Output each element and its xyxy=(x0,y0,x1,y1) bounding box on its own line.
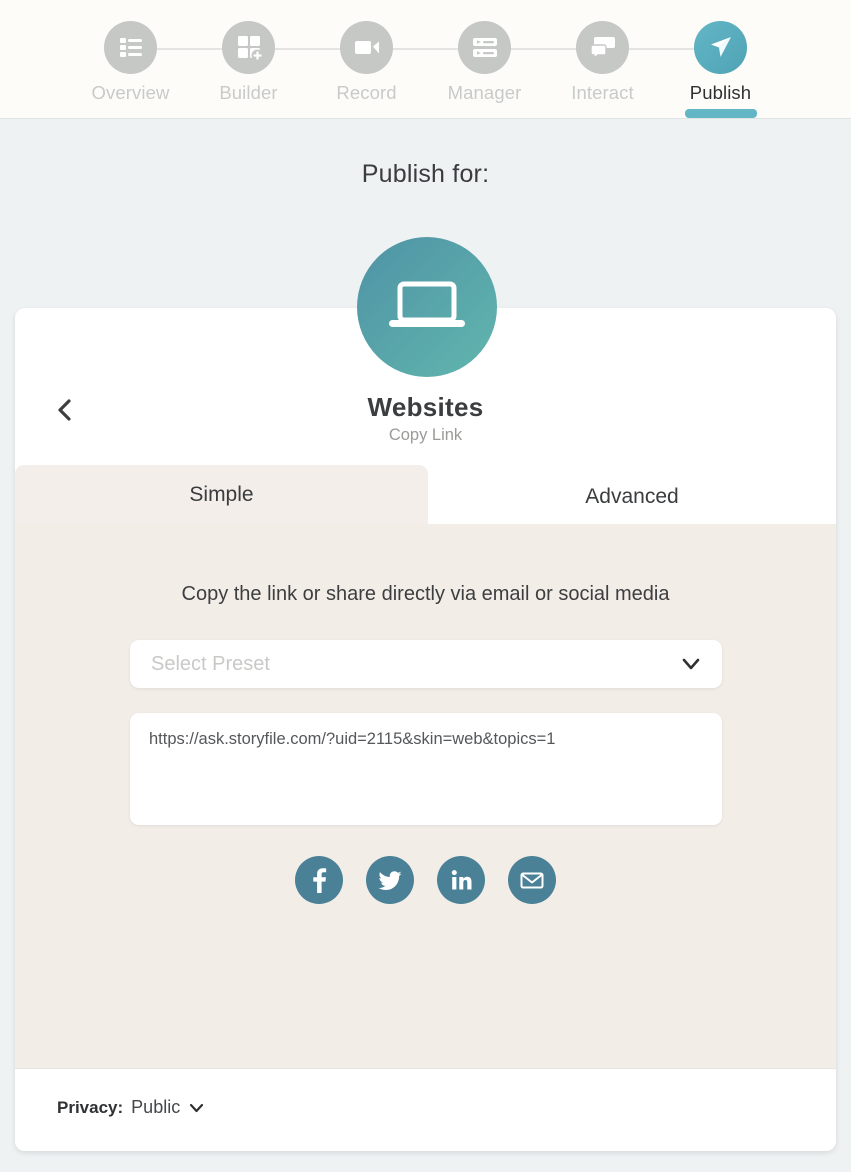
linkedin-share-button[interactable] xyxy=(437,856,485,904)
paper-plane-icon xyxy=(694,21,747,74)
tab-bar: Simple Advanced xyxy=(15,465,836,524)
simple-tab-panel: Copy the link or share directly via emai… xyxy=(15,524,836,1068)
share-hint-text: Copy the link or share directly via emai… xyxy=(181,583,670,605)
facebook-share-button[interactable] xyxy=(295,856,343,904)
privacy-value[interactable]: Public xyxy=(131,1097,180,1118)
share-link-field[interactable]: https://ask.storyfile.com/?uid=2115&skin… xyxy=(130,713,722,825)
step-label: Builder xyxy=(219,81,278,103)
laptop-icon xyxy=(357,237,497,377)
step-navigation-bar: Overview Builder Record Manager Interact… xyxy=(0,0,851,119)
video-camera-icon xyxy=(340,21,393,74)
chat-bubbles-icon xyxy=(576,21,629,74)
step-label: Manager xyxy=(447,81,522,103)
steps-row: Overview Builder Record Manager Interact… xyxy=(0,0,851,118)
envelope-icon xyxy=(518,866,546,894)
step-label: Overview xyxy=(91,81,170,103)
media-list-icon xyxy=(458,21,511,74)
tab-advanced[interactable]: Advanced xyxy=(428,465,836,524)
step-publish[interactable]: Publish xyxy=(611,0,780,118)
linkedin-icon xyxy=(447,866,475,894)
channel-name: Websites xyxy=(367,392,484,422)
twitter-icon xyxy=(376,866,404,894)
step-label: Record xyxy=(336,81,397,103)
twitter-share-button[interactable] xyxy=(366,856,414,904)
step-interact[interactable]: Interact xyxy=(493,0,662,118)
channel-subtitle: Copy Link xyxy=(388,426,463,444)
share-link-value: https://ask.storyfile.com/?uid=2115&skin… xyxy=(149,730,556,748)
step-builder[interactable]: Builder xyxy=(139,0,308,118)
step-record[interactable]: Record xyxy=(257,0,426,118)
step-underline-active xyxy=(684,109,757,118)
step-overview[interactable]: Overview xyxy=(72,0,190,118)
card-footer: Privacy: Public xyxy=(15,1068,836,1151)
grid-plus-icon xyxy=(222,21,275,74)
step-label: Publish xyxy=(689,81,752,103)
chevron-down-icon xyxy=(680,654,702,674)
preset-select[interactable]: Select Preset xyxy=(130,640,722,688)
chevron-down-icon[interactable] xyxy=(188,1100,205,1115)
page-title: Publish for: xyxy=(361,160,490,188)
tab-simple[interactable]: Simple xyxy=(15,465,428,524)
list-icon xyxy=(104,21,157,74)
step-manager[interactable]: Manager xyxy=(375,0,544,118)
step-label: Interact xyxy=(571,81,634,103)
email-share-button[interactable] xyxy=(508,856,556,904)
social-share-row xyxy=(15,856,836,904)
privacy-row: Privacy: Public xyxy=(57,1097,205,1118)
preset-placeholder: Select Preset xyxy=(151,652,270,675)
facebook-icon xyxy=(305,866,333,894)
publish-card: Websites Copy Link Simple Advanced Copy … xyxy=(15,308,836,1151)
privacy-label: Privacy: xyxy=(57,1097,124,1117)
